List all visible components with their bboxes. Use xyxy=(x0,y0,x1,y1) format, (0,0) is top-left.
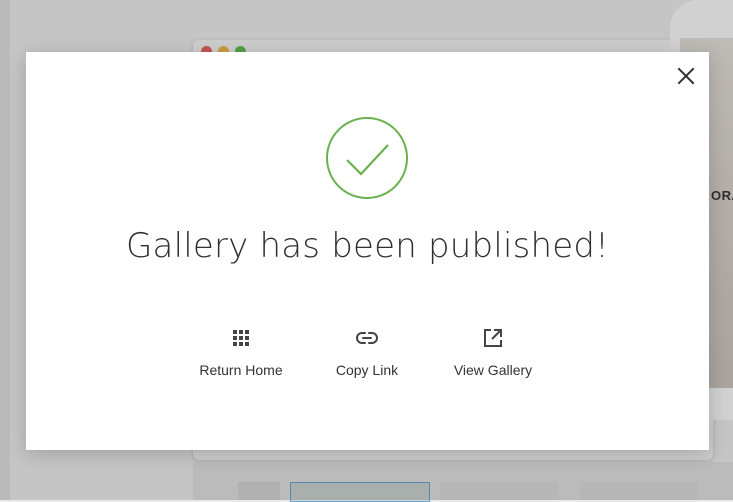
return-home-button[interactable]: Return Home xyxy=(181,326,301,378)
link-icon xyxy=(307,326,427,350)
view-gallery-button[interactable]: View Gallery xyxy=(433,326,553,378)
close-button[interactable] xyxy=(673,63,699,89)
success-check-icon xyxy=(326,117,408,199)
view-gallery-label: View Gallery xyxy=(453,362,533,378)
copy-link-button[interactable]: Copy Link xyxy=(307,326,427,378)
return-home-label: Return Home xyxy=(199,362,283,378)
modal-title: Gallery has been published! xyxy=(126,226,609,266)
open-external-icon xyxy=(433,326,553,350)
close-icon xyxy=(677,67,695,85)
apps-grid-icon xyxy=(181,326,301,350)
copy-link-label: Copy Link xyxy=(335,362,399,378)
